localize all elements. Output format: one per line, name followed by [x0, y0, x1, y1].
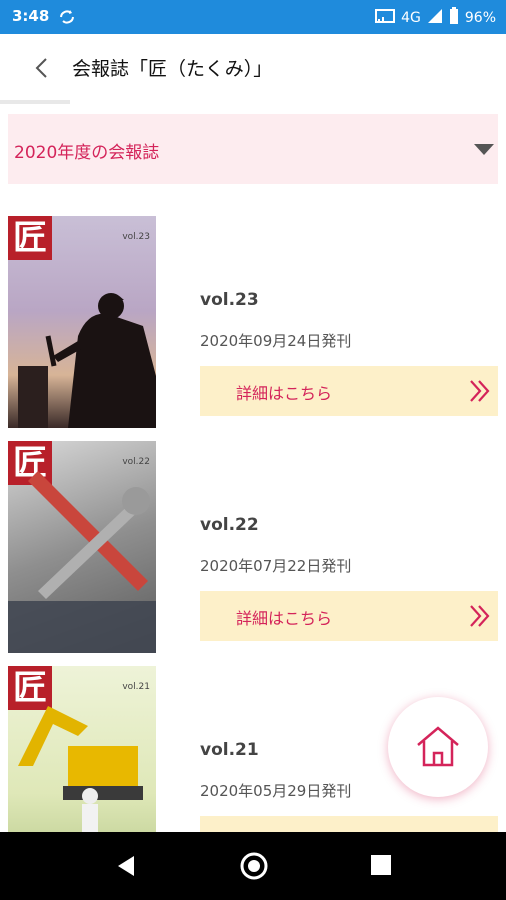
home-button[interactable] [388, 697, 488, 797]
status-bar: 3:48 4G 96% [0, 0, 506, 34]
network-type: 4G [401, 10, 421, 26]
year-select-label: 2020年度の会報誌 [14, 143, 160, 163]
back-button[interactable] [28, 54, 56, 82]
back-nav-button[interactable] [114, 854, 138, 882]
detail-button[interactable] [200, 816, 498, 832]
double-chevron-right-icon [468, 378, 492, 408]
signal-icon [427, 8, 443, 28]
worker-silhouette [18, 293, 156, 428]
home-icon [417, 726, 459, 767]
cover-image[interactable]: 匠 vol.23 [8, 216, 156, 428]
square-recents-icon [371, 855, 391, 875]
issue-date: 2020年07月22日発刊 [200, 557, 352, 575]
divider [0, 100, 70, 104]
detail-label: 詳細はこちら [236, 609, 333, 628]
issue-vol: vol.22 [200, 515, 259, 535]
issue-item: 匠 vol.22 vol.22 2020年07月22日発刊 詳細はこちら [0, 441, 506, 653]
excavator-graphic [18, 706, 143, 832]
issue-vol: vol.21 [200, 740, 259, 760]
page-title: 会報誌「匠（たくみ）」 [72, 58, 273, 80]
battery-level: 96% [464, 10, 496, 26]
status-time: 3:48 [12, 7, 50, 25]
sync-icon [58, 8, 76, 30]
issue-vol: vol.23 [200, 290, 259, 310]
app-bar: 会報誌「匠（たくみ）」 [0, 34, 506, 100]
chevron-left-icon [35, 58, 47, 78]
wrench-graphic [8, 471, 156, 653]
system-nav-bar [0, 832, 506, 900]
detail-label: 詳細はこちら [236, 384, 333, 403]
battery-icon [449, 7, 459, 29]
triangle-back-icon [118, 856, 134, 876]
detail-button[interactable]: 詳細はこちら [200, 591, 498, 641]
double-chevron-right-icon [468, 603, 492, 633]
year-select[interactable]: 2020年度の会報誌 [8, 114, 498, 184]
recents-nav-button[interactable] [370, 854, 392, 880]
home-nav-button[interactable] [238, 850, 270, 886]
cast-icon [375, 8, 396, 28]
caret-down-icon [474, 144, 494, 155]
circle-home-icon [240, 852, 268, 880]
issue-date: 2020年09月24日発刊 [200, 332, 352, 350]
issue-date: 2020年05月29日発刊 [200, 782, 352, 800]
cover-image[interactable]: 匠 vol.22 [8, 441, 156, 653]
issue-item: 匠 vol.23 vol.23 2020年09月24日発刊 詳細はこちら [0, 216, 506, 428]
detail-button[interactable]: 詳細はこちら [200, 366, 498, 416]
